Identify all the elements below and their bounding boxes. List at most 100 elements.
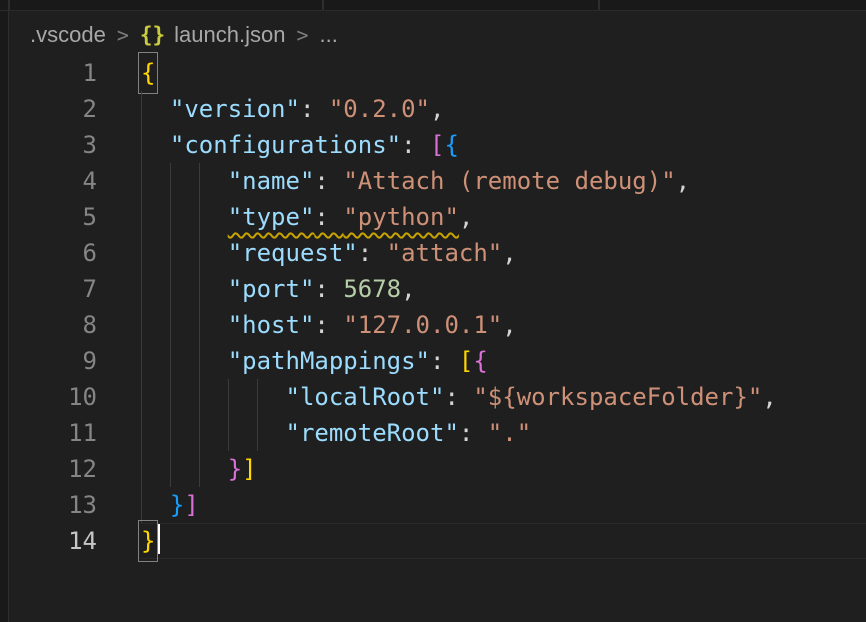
bracket-match: } [141, 523, 155, 559]
code-line-3[interactable]: "configurations": [{ [141, 127, 866, 163]
bracket-match: { [141, 55, 155, 91]
code-area[interactable]: { "version": "0.2.0", "configurations": … [141, 55, 866, 559]
code-token: , [502, 239, 516, 267]
code-token: "Attach (remote debug)" [343, 167, 675, 195]
code-token [141, 275, 228, 303]
editor[interactable]: 1234567891011121314 { "version": "0.2.0"… [9, 55, 866, 622]
code-token: : [358, 239, 387, 267]
text-cursor [158, 524, 160, 554]
line-number-14[interactable]: 14 [9, 523, 97, 559]
breadcrumb-symbol-more[interactable]: ... [320, 22, 338, 48]
code-token [141, 203, 228, 231]
tab-divider [322, 0, 324, 10]
code-line-8[interactable]: "host": "127.0.0.1", [141, 307, 866, 343]
line-number-6[interactable]: 6 [9, 235, 97, 271]
code-token: "${workspaceFolder}" [473, 383, 762, 411]
code-line-1[interactable]: { [141, 55, 866, 91]
code-token: : [314, 167, 343, 195]
indent-guide [199, 271, 200, 307]
breadcrumb: .vscode > {} launch.json > ... [30, 16, 338, 54]
line-number-3[interactable]: 3 [9, 127, 97, 163]
indent-guide [170, 235, 171, 271]
line-number-8[interactable]: 8 [9, 307, 97, 343]
line-number-9[interactable]: 9 [9, 343, 97, 379]
sidebar-edge [0, 11, 9, 622]
tab-bar [0, 0, 866, 11]
code-token: : [444, 383, 473, 411]
chevron-right-icon: > [296, 23, 308, 47]
tab-divider [8, 0, 10, 10]
code-line-6[interactable]: "request": "attach", [141, 235, 866, 271]
line-number-2[interactable]: 2 [9, 91, 97, 127]
indent-guide [141, 163, 142, 199]
chevron-right-icon: > [117, 23, 129, 47]
code-token [141, 239, 228, 267]
indent-guide [141, 127, 142, 163]
line-number-5[interactable]: 5 [9, 199, 97, 235]
code-token [141, 491, 170, 519]
indent-guide [170, 271, 171, 307]
code-token: : [430, 347, 459, 375]
code-token: "pathMappings" [228, 347, 430, 375]
code-token: "version" [170, 95, 300, 123]
code-token: [ [430, 131, 444, 159]
code-token: : [459, 419, 488, 447]
code-token [141, 95, 170, 123]
code-line-12[interactable]: }] [141, 451, 866, 487]
indent-guide [199, 451, 200, 487]
code-line-9[interactable]: "pathMappings": [{ [141, 343, 866, 379]
code-line-5[interactable]: "type": "python", [141, 199, 866, 235]
line-number-11[interactable]: 11 [9, 415, 97, 451]
code-line-7[interactable]: "port": 5678, [141, 271, 866, 307]
code-token: "request" [228, 239, 358, 267]
code-token: : [314, 275, 343, 303]
code-token [141, 383, 286, 411]
line-number-gutter[interactable]: 1234567891011121314 [9, 55, 97, 559]
line-number-7[interactable]: 7 [9, 271, 97, 307]
indent-guide [141, 487, 142, 523]
code-token: { [444, 131, 458, 159]
breadcrumb-file[interactable]: {} launch.json [140, 22, 286, 48]
code-token: , [430, 95, 444, 123]
code-token: : [300, 95, 329, 123]
indent-guide [170, 163, 171, 199]
indent-guide [141, 343, 142, 379]
code-line-2[interactable]: "version": "0.2.0", [141, 91, 866, 127]
indent-guide [199, 199, 200, 235]
code-line-14[interactable]: } [141, 523, 866, 559]
code-line-11[interactable]: "remoteRoot": "." [141, 415, 866, 451]
indent-guide [141, 199, 142, 235]
indent-guide [170, 343, 171, 379]
code-line-10[interactable]: "localRoot": "${workspaceFolder}", [141, 379, 866, 415]
indent-guide [170, 199, 171, 235]
line-number-4[interactable]: 4 [9, 163, 97, 199]
indent-guide [199, 379, 200, 415]
code-token: : [314, 203, 343, 231]
code-line-13[interactable]: }] [141, 487, 866, 523]
indent-guide [228, 415, 229, 451]
code-token [141, 167, 228, 195]
code-token: ] [242, 455, 256, 483]
code-token: "port" [228, 275, 315, 303]
indent-guide [141, 235, 142, 271]
indent-guide [257, 379, 258, 415]
code-token: "configurations" [170, 131, 401, 159]
code-token: , [762, 383, 776, 411]
line-number-13[interactable]: 13 [9, 487, 97, 523]
line-number-12[interactable]: 12 [9, 451, 97, 487]
indent-guide [199, 235, 200, 271]
code-token: } [170, 491, 184, 519]
line-number-10[interactable]: 10 [9, 379, 97, 415]
code-token: "127.0.0.1" [343, 311, 502, 339]
breadcrumb-folder[interactable]: .vscode [30, 22, 106, 48]
code-token [141, 311, 228, 339]
code-line-4[interactable]: "name": "Attach (remote debug)", [141, 163, 866, 199]
code-token: , [459, 203, 473, 231]
indent-guide [141, 451, 142, 487]
indent-guide [199, 163, 200, 199]
indent-guide [141, 415, 142, 451]
code-token: "." [488, 419, 531, 447]
line-number-1[interactable]: 1 [9, 55, 97, 91]
json-file-icon: {} [140, 23, 165, 47]
indent-guide [141, 307, 142, 343]
